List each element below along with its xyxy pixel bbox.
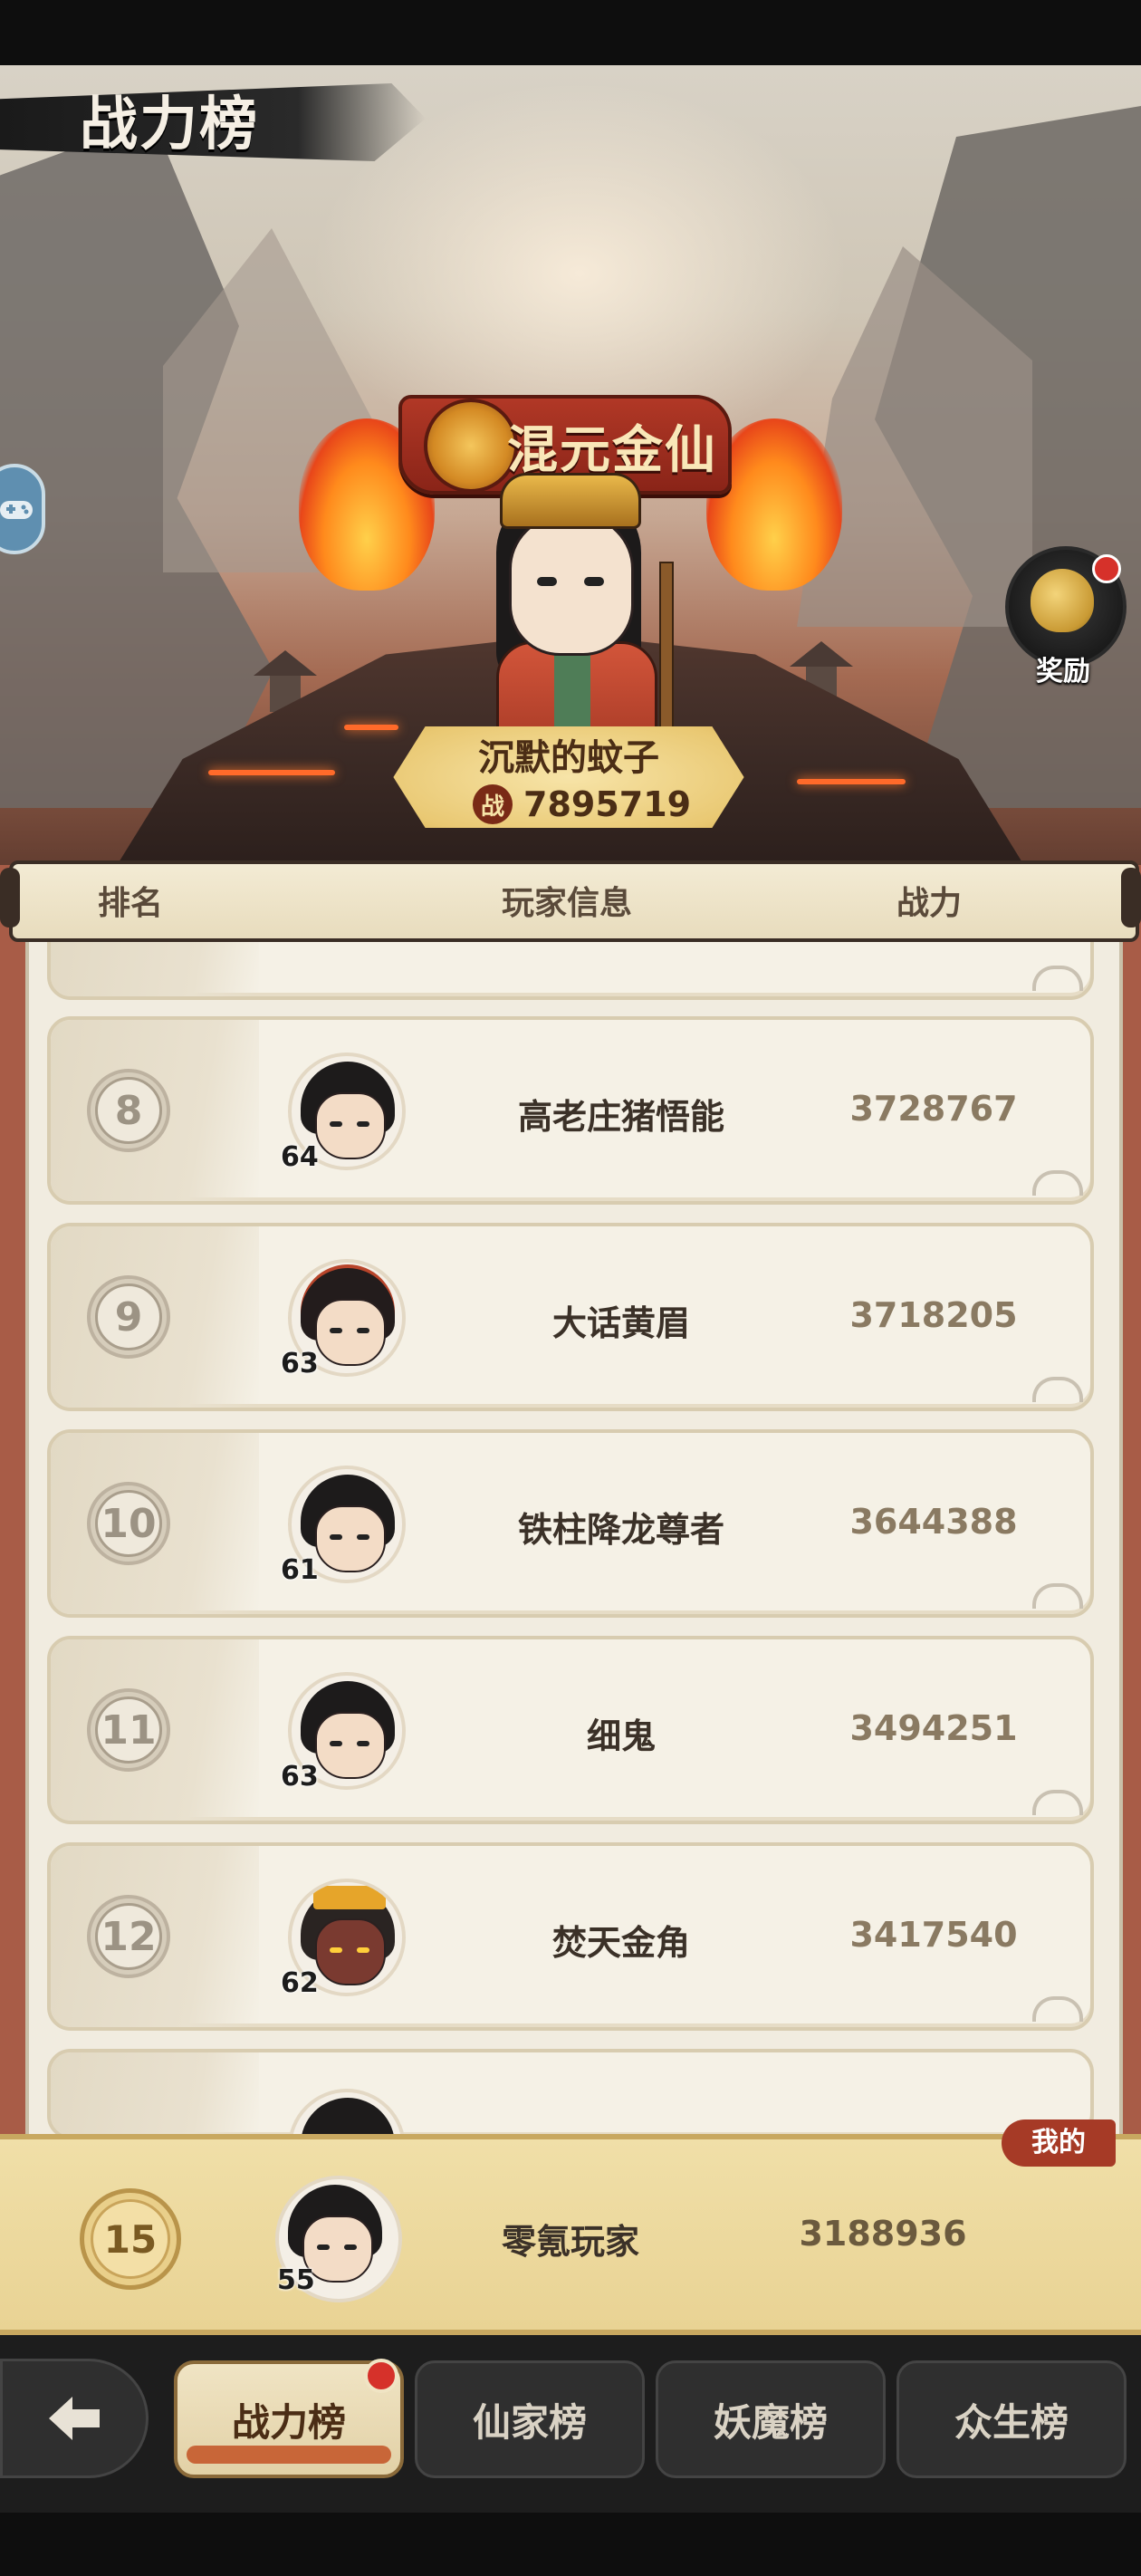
rank-badge: 9 bbox=[87, 1275, 170, 1359]
player-name: 焚天金角 bbox=[551, 1923, 690, 1963]
my-power: 3188936 bbox=[799, 2214, 967, 2254]
my-name: 零氪玩家 bbox=[501, 2222, 639, 2262]
rank-number: 11 bbox=[95, 1697, 162, 1764]
scroll-rod-left bbox=[0, 868, 20, 928]
money-bag-icon bbox=[1031, 569, 1094, 632]
table-row[interactable]: 8 64 高老庄猪悟能 3728767 bbox=[47, 1016, 1094, 1205]
my-rank-number: 15 bbox=[91, 2199, 170, 2279]
back-button[interactable] bbox=[0, 2359, 149, 2478]
cloud-ornament bbox=[1032, 1996, 1083, 2022]
tab-immortal-rank[interactable]: 仙家榜 bbox=[415, 2360, 645, 2478]
rank-number: 8 bbox=[95, 1077, 162, 1144]
notification-dot bbox=[1092, 554, 1121, 583]
cloud-ornament bbox=[1032, 1790, 1083, 1815]
cloud-ornament bbox=[1032, 1583, 1083, 1609]
champion-face[interactable] bbox=[509, 514, 634, 656]
table-row-partial[interactable] bbox=[47, 2049, 1094, 2139]
rank-number: 10 bbox=[95, 1490, 162, 1557]
player-power: 3728767 bbox=[849, 1089, 1018, 1129]
player-power: 3718205 bbox=[849, 1295, 1018, 1335]
power-icon: 战 bbox=[473, 784, 513, 824]
rank-number: 12 bbox=[95, 1903, 162, 1970]
champion-power: 7895719 bbox=[523, 784, 692, 824]
player-name: 铁柱降龙尊者 bbox=[517, 1510, 724, 1550]
player-level: 63 bbox=[281, 1348, 319, 1379]
table-row[interactable]: 12 62 焚天金角 3417540 bbox=[47, 1842, 1094, 2031]
lava-crack bbox=[208, 770, 335, 775]
champion-staff bbox=[659, 562, 674, 746]
header-power: 战力 bbox=[896, 885, 963, 922]
player-power: 3644388 bbox=[849, 1502, 1018, 1542]
system-nav-area bbox=[0, 2513, 1141, 2576]
player-level: 63 bbox=[281, 1761, 319, 1793]
rank-number: 9 bbox=[95, 1283, 162, 1350]
player-level: 61 bbox=[281, 1554, 319, 1586]
lava-crack bbox=[797, 779, 906, 784]
my-tag: 我的 bbox=[1002, 2119, 1116, 2167]
gourd-emblem-icon bbox=[424, 399, 518, 493]
tab-mortal-rank[interactable]: 众生榜 bbox=[896, 2360, 1127, 2478]
reward-label: 奖励 bbox=[1036, 656, 1090, 687]
player-name: 大话黄眉 bbox=[551, 1303, 690, 1343]
champion-crown bbox=[500, 473, 641, 529]
notification-dot bbox=[364, 2359, 398, 2393]
cloud-ornament bbox=[1032, 1377, 1083, 1402]
player-name: 细鬼 bbox=[586, 1716, 656, 1756]
player-power: 3417540 bbox=[849, 1915, 1018, 1955]
gamepad-icon bbox=[0, 501, 33, 519]
table-row[interactable]: 9 63 大话黄眉 3718205 bbox=[47, 1223, 1094, 1411]
gamepad-float-button[interactable] bbox=[0, 464, 45, 554]
table-row[interactable]: 11 63 细鬼 3494251 bbox=[47, 1636, 1094, 1824]
header-player-info: 玩家信息 bbox=[502, 885, 633, 922]
player-level: 62 bbox=[281, 1967, 319, 1999]
header-rank: 排名 bbox=[98, 885, 164, 922]
rank-badge: 12 bbox=[87, 1895, 170, 1978]
arrow-left-icon bbox=[49, 2397, 100, 2440]
champion-title: 混元金仙 bbox=[507, 420, 717, 480]
scroll-rod-right bbox=[1121, 868, 1141, 928]
my-rank-badge: 15 bbox=[80, 2188, 181, 2290]
rank-badge: 11 bbox=[87, 1688, 170, 1772]
rank-badge: 10 bbox=[87, 1482, 170, 1565]
player-name: 高老庄猪悟能 bbox=[517, 1097, 724, 1137]
cloud-ornament bbox=[1032, 1170, 1083, 1196]
rank-badge: 8 bbox=[87, 1069, 170, 1152]
page-title: 战力榜 bbox=[80, 91, 259, 159]
player-power: 3494251 bbox=[849, 1708, 1018, 1748]
player-level: 64 bbox=[281, 1141, 319, 1173]
champion-name: 沉默的蚊子 bbox=[478, 737, 659, 779]
tab-demon-rank[interactable]: 妖魔榜 bbox=[656, 2360, 886, 2478]
my-level: 55 bbox=[277, 2264, 315, 2296]
table-row[interactable]: 10 61 铁柱降龙尊者 3644388 bbox=[47, 1429, 1094, 1618]
